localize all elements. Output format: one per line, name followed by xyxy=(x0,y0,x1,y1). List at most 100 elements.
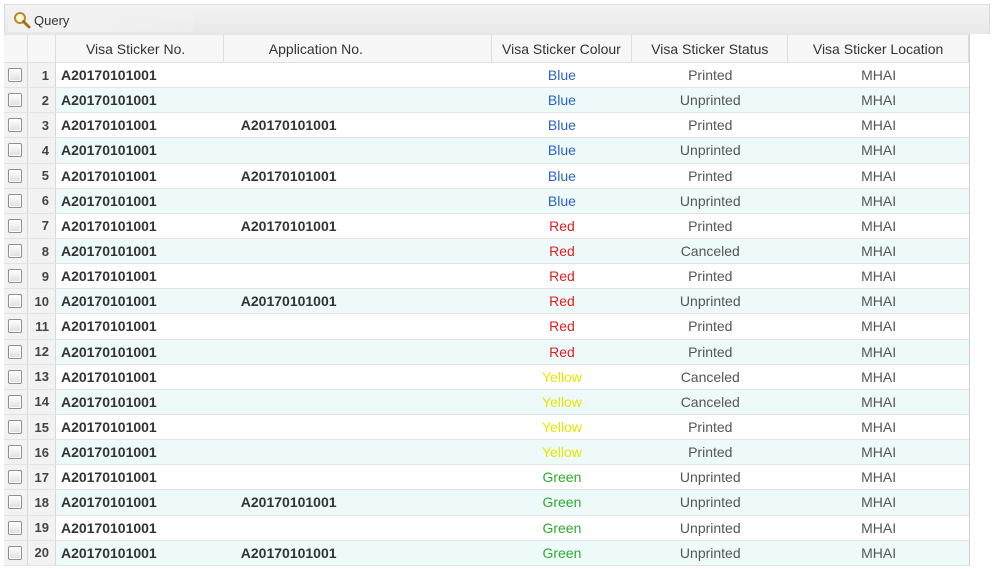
row-number: 14 xyxy=(27,389,56,414)
column-header-visa-sticker-no[interactable]: Visa Sticker No. xyxy=(56,35,224,62)
row-checkbox-cell xyxy=(4,264,28,289)
application-no-cell: A20170101001 xyxy=(240,544,337,561)
table-row[interactable]: 11 A20170101001 Red Printed MHAI xyxy=(4,314,969,340)
visa-sticker-location-cell: MHAI xyxy=(861,268,897,285)
visa-sticker-location-cell: MHAI xyxy=(861,293,897,310)
row-number: 2 xyxy=(27,88,56,113)
table-row[interactable]: 18 A20170101001 A20170101001 Green Unprinted… xyxy=(4,490,969,516)
visa-sticker-status-cell: Canceled xyxy=(680,368,740,385)
row-checkbox-cell xyxy=(4,163,28,188)
table-row[interactable]: 15 A20170101001 Yellow Printed MHAI xyxy=(4,414,969,441)
row-checkbox[interactable] xyxy=(8,369,23,384)
table-row[interactable]: 19 A20170101001 Green Unprinted MHAI xyxy=(4,515,969,541)
table-row[interactable]: 2 A20170101001 Blue Unprinted MHAI xyxy=(4,88,969,114)
application-no-cell: A20170101001 xyxy=(240,167,337,184)
visa-sticker-colour-cell: Green xyxy=(542,519,582,536)
visa-sticker-location-cell: MHAI xyxy=(861,444,897,461)
visa-sticker-no-cell: A20170101001 xyxy=(60,167,157,184)
visa-sticker-location-cell: MHAI xyxy=(861,67,897,84)
visa-sticker-no-cell: A20170101001 xyxy=(60,142,157,159)
row-number: 11 xyxy=(27,314,56,339)
application-no-cell xyxy=(224,415,492,439)
visa-sticker-location-cell: MHAI xyxy=(861,368,897,385)
row-checkbox-cell xyxy=(4,490,28,515)
table-row[interactable]: 3 A20170101001 A20170101001 Blue Printed MHAI xyxy=(4,113,969,139)
row-checkbox[interactable] xyxy=(8,244,23,259)
table-row[interactable]: 8 A20170101001 Red Canceled MHAI xyxy=(4,238,969,265)
table-row[interactable]: 12 A20170101001 Red Printed MHAI xyxy=(4,339,969,365)
visa-sticker-status-cell: Canceled xyxy=(680,393,740,410)
visa-sticker-colour-cell: Blue xyxy=(547,142,576,159)
visa-sticker-no-cell: A20170101001 xyxy=(60,469,157,486)
row-checkbox[interactable] xyxy=(8,93,23,108)
row-checkbox[interactable] xyxy=(8,168,23,183)
row-checkbox[interactable] xyxy=(8,218,23,233)
application-no-cell xyxy=(224,63,492,87)
visa-sticker-grid: Visa Sticker No. Application No. Visa St… xyxy=(4,34,970,566)
visa-sticker-no-cell: A20170101001 xyxy=(60,494,157,511)
row-checkbox[interactable] xyxy=(8,394,23,409)
visa-sticker-status-cell: Unprinted xyxy=(679,92,741,109)
visa-sticker-colour-cell: Green xyxy=(542,494,582,511)
query-button[interactable]: Query xyxy=(8,8,194,32)
row-number: 10 xyxy=(27,289,56,314)
row-checkbox-cell xyxy=(4,238,28,264)
visa-sticker-no-cell: A20170101001 xyxy=(60,419,157,436)
table-row[interactable]: 14 A20170101001 Yellow Canceled MHAI xyxy=(4,389,969,415)
row-number: 6 xyxy=(27,188,56,213)
table-row[interactable]: 13 A20170101001 Yellow Canceled MHAI xyxy=(4,364,969,390)
row-checkbox[interactable] xyxy=(8,143,23,158)
row-checkbox[interactable] xyxy=(8,520,23,535)
table-row[interactable]: 7 A20170101001 A20170101001 Red Printed MHAI xyxy=(4,213,969,239)
row-checkbox[interactable] xyxy=(8,445,23,460)
visa-sticker-no-cell: A20170101001 xyxy=(60,444,157,461)
application-no-cell xyxy=(224,440,492,464)
column-header-visa-sticker-status[interactable]: Visa Sticker Status xyxy=(632,35,789,62)
table-row[interactable]: 10 A20170101001 A20170101001 Red Unprinted MH… xyxy=(4,289,969,315)
row-checkbox[interactable] xyxy=(8,193,23,208)
row-number: 12 xyxy=(27,339,56,364)
column-header-application-no[interactable]: Application No. xyxy=(224,35,492,62)
visa-sticker-no-cell: A20170101001 xyxy=(60,243,157,260)
row-checkbox-cell xyxy=(4,113,28,138)
row-checkbox[interactable] xyxy=(8,294,23,309)
row-number: 15 xyxy=(27,414,56,440)
table-row[interactable]: 17 A20170101001 Green Unprinted MHAI xyxy=(4,465,969,491)
row-number: 20 xyxy=(27,540,56,565)
application-no-cell xyxy=(224,264,492,288)
row-checkbox[interactable] xyxy=(8,470,23,485)
visa-sticker-colour-cell: Green xyxy=(542,544,582,561)
visa-sticker-no-cell: A20170101001 xyxy=(60,117,157,134)
table-row[interactable]: 6 A20170101001 Blue Unprinted MHAI xyxy=(4,188,969,214)
visa-sticker-colour-cell: Red xyxy=(549,217,575,234)
table-row[interactable]: 16 A20170101001 Yellow Printed MHAI xyxy=(4,440,969,466)
row-checkbox[interactable] xyxy=(8,344,23,359)
row-checkbox[interactable] xyxy=(8,118,23,133)
row-checkbox[interactable] xyxy=(8,545,23,560)
row-checkbox[interactable] xyxy=(8,495,23,510)
table-row[interactable]: 1 A20170101001 Blue Printed MHAI xyxy=(4,63,969,89)
table-row[interactable]: 5 A20170101001 A20170101001 Blue Printed MHAI xyxy=(4,163,969,189)
visa-sticker-status-cell: Printed xyxy=(688,419,733,436)
row-checkbox[interactable] xyxy=(8,68,23,83)
row-checkbox-cell xyxy=(4,440,28,465)
table-row[interactable]: 20 A20170101001 A20170101001 Green Unprinted… xyxy=(4,540,969,566)
application-no-cell xyxy=(224,390,492,414)
column-header-visa-sticker-colour[interactable]: Visa Sticker Colour xyxy=(492,35,633,62)
visa-sticker-status-cell: Unprinted xyxy=(679,192,741,209)
visa-sticker-no-cell: A20170101001 xyxy=(60,519,157,536)
row-checkbox-cell xyxy=(4,364,28,389)
visa-sticker-colour-cell: Red xyxy=(549,318,575,335)
application-no-cell xyxy=(224,314,492,338)
visa-sticker-location-cell: MHAI xyxy=(861,142,897,159)
visa-sticker-status-cell: Unprinted xyxy=(679,469,741,486)
header-row-number-cell xyxy=(27,35,56,62)
column-header-visa-sticker-location[interactable]: Visa Sticker Location xyxy=(788,35,969,62)
visa-sticker-status-cell: Unprinted xyxy=(679,544,741,561)
row-checkbox[interactable] xyxy=(8,420,23,435)
table-row[interactable]: 4 A20170101001 Blue Unprinted MHAI xyxy=(4,138,969,164)
visa-sticker-colour-cell: Yellow xyxy=(541,368,582,385)
row-checkbox[interactable] xyxy=(8,319,23,334)
table-row[interactable]: 9 A20170101001 Red Printed MHAI xyxy=(4,264,969,290)
row-checkbox[interactable] xyxy=(8,269,23,284)
